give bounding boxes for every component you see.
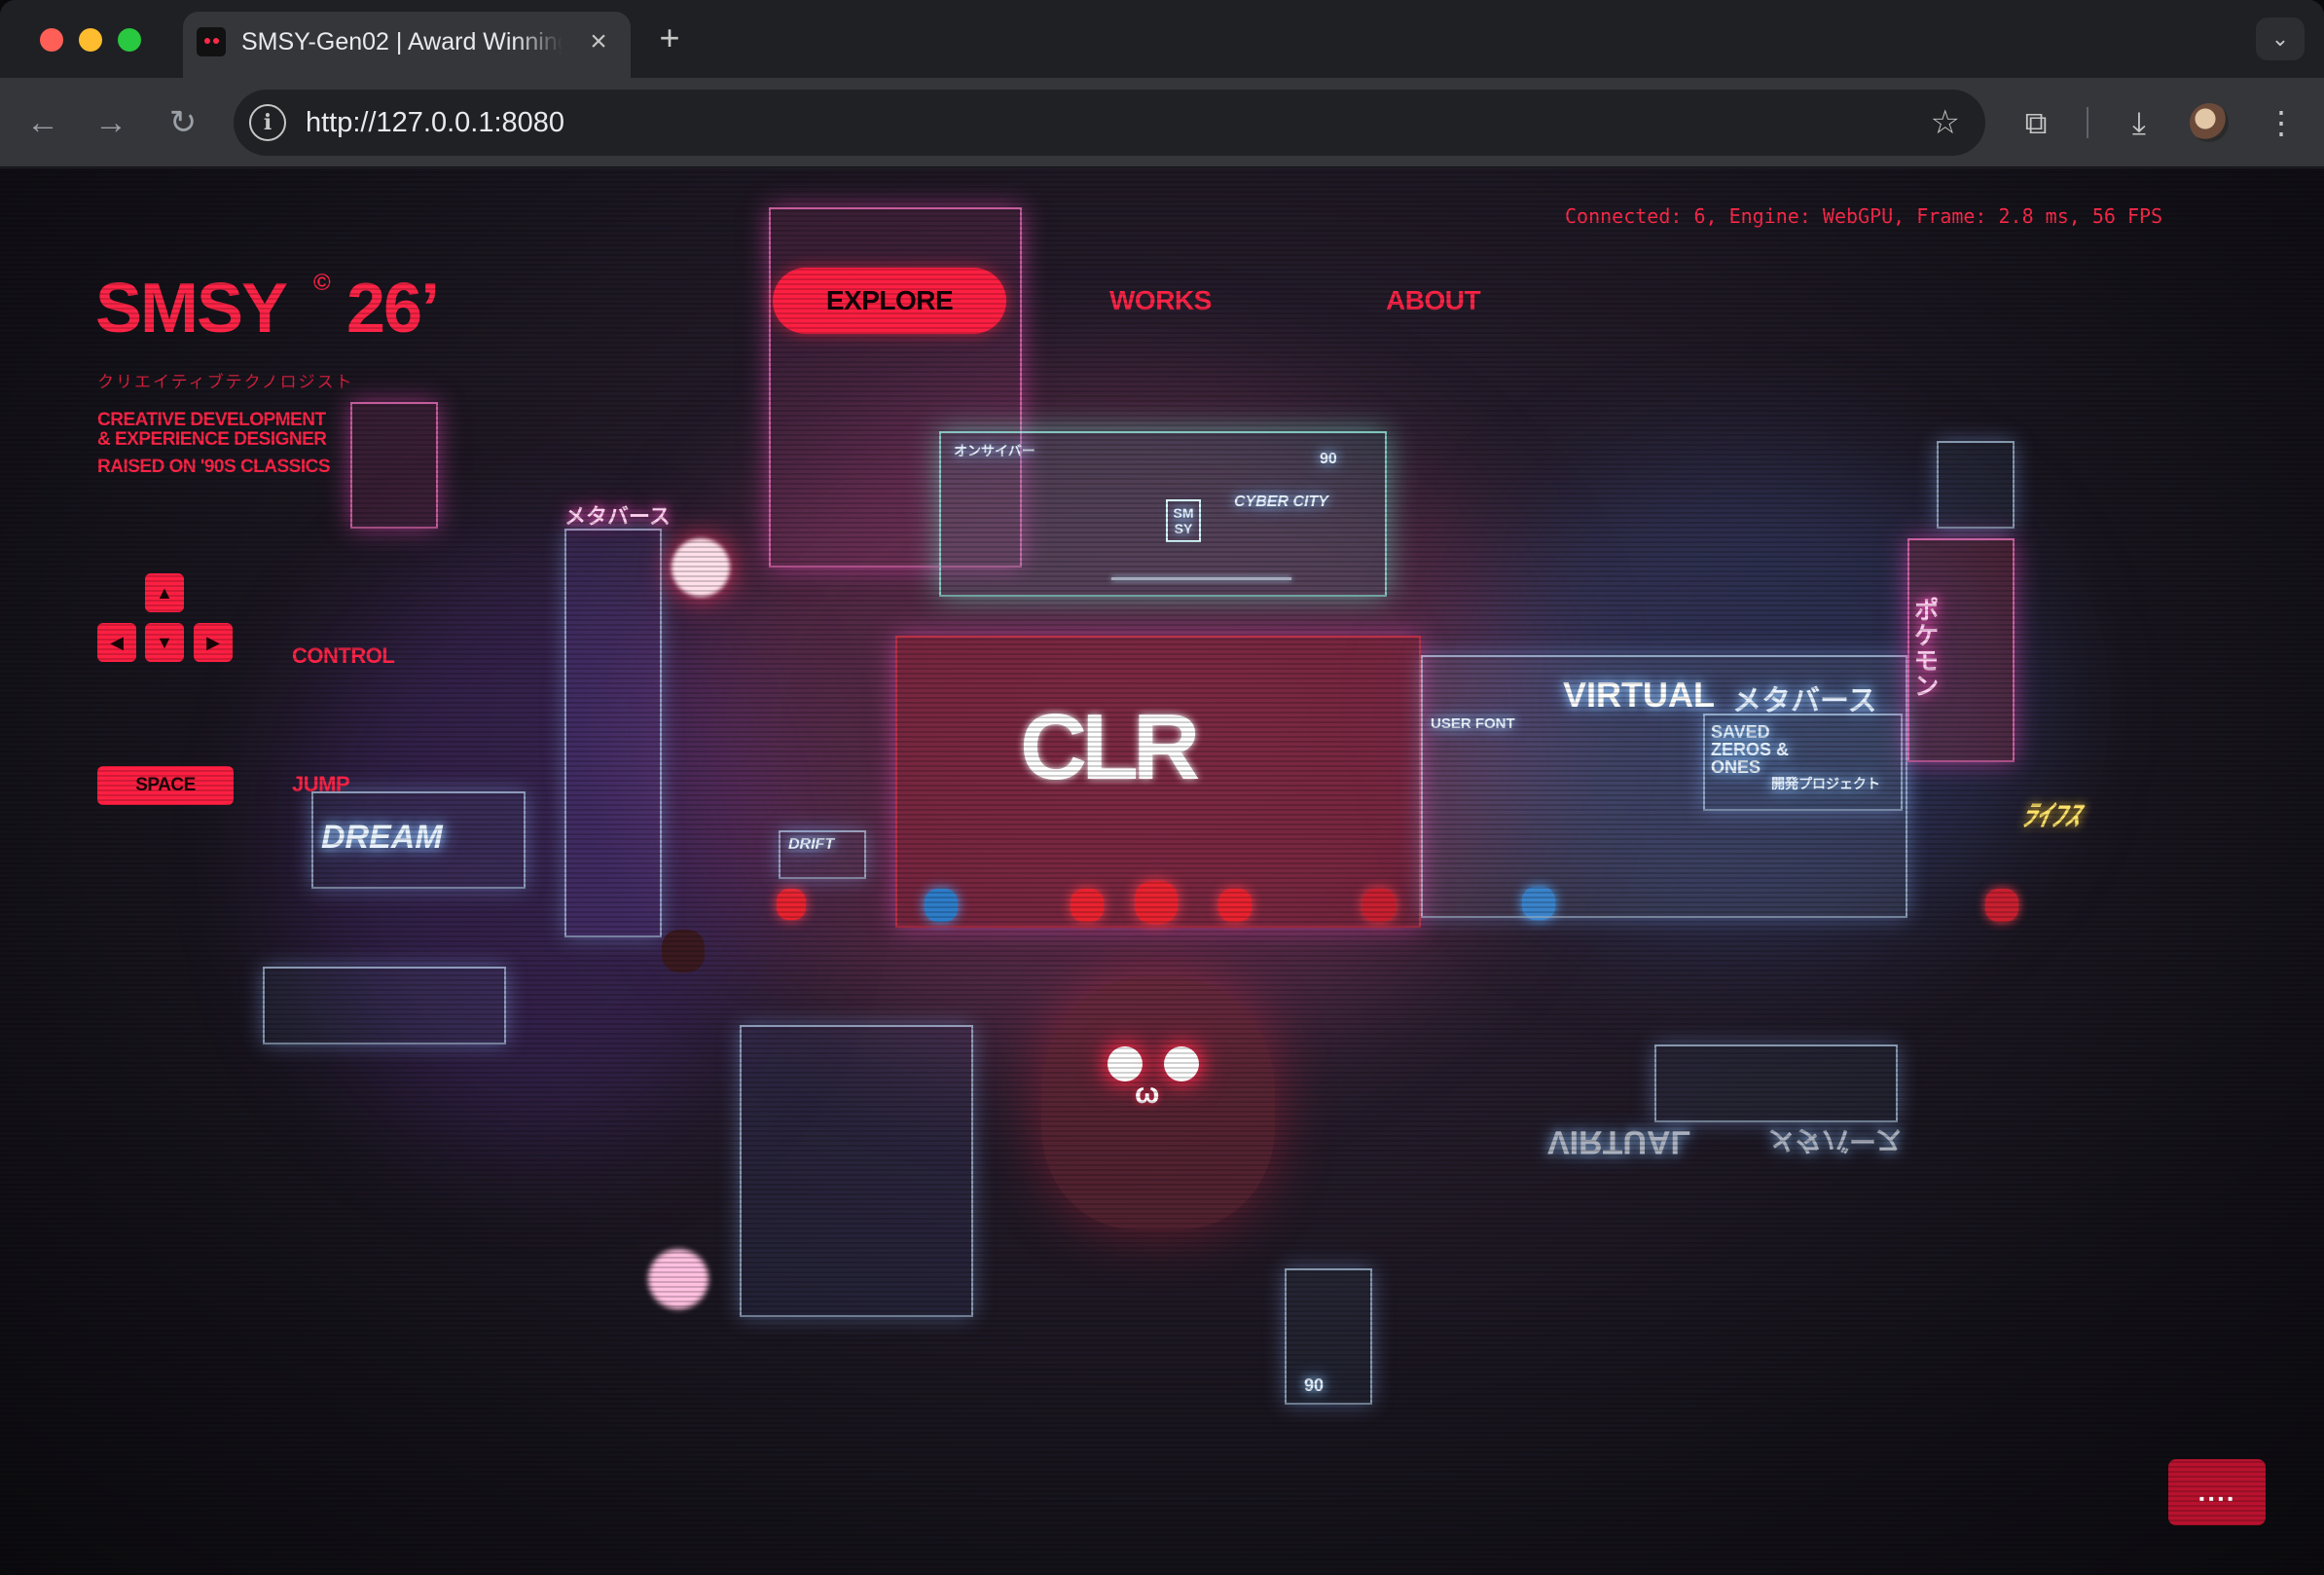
arrow-up-key[interactable]: ▲ — [145, 573, 184, 612]
clr-logo: CLR — [1020, 695, 1200, 799]
drift-sign: DRIFT — [788, 836, 835, 853]
virtual-sign: VIRTUAL — [1563, 675, 1715, 714]
tagline-line-3: RAISED ON '90S CLASSICS — [97, 457, 331, 477]
toolbar-divider — [2087, 107, 2088, 138]
site-info-icon[interactable]: i — [249, 104, 286, 141]
copyright-mark: © — [313, 270, 331, 296]
connection-status: Connected: 6, Engine: WebGPU, Frame: 2.8… — [1565, 204, 2163, 228]
hud-progress-line — [1111, 577, 1291, 580]
metaverse-sign: メタバース — [564, 504, 671, 529]
bookmark-star-icon[interactable]: ☆ — [1931, 103, 1960, 142]
tagline-line-1: CREATIVE DEVELOPMENT — [97, 410, 326, 430]
favicon-icon — [197, 27, 226, 56]
minimize-window-button[interactable] — [79, 28, 102, 52]
glowing-orb — [648, 1249, 708, 1309]
tab-strip: SMSY-Gen02 | Award Winning × + ⌄ — [0, 0, 2324, 78]
neon-panel — [1285, 1268, 1372, 1405]
number-90-label-lower: 90 — [1304, 1375, 1325, 1395]
cyber-city-label: CYBER CITY — [1234, 494, 1328, 510]
reload-icon[interactable]: ↻ — [162, 101, 204, 144]
control-label: CONTROL — [292, 643, 395, 668]
kanji-sign: ポケモン — [1910, 597, 1940, 698]
maximize-window-button[interactable] — [118, 28, 141, 52]
mascot-mouth: ω — [1135, 1078, 1160, 1110]
arrow-down-key[interactable]: ▼ — [145, 623, 184, 662]
nav-explore[interactable]: EXPLORE — [773, 268, 1006, 334]
neon-column — [740, 1025, 973, 1317]
red-critter — [1135, 881, 1178, 924]
number-90-label: 90 — [1320, 451, 1337, 467]
brand-logo[interactable]: SMSY — [95, 270, 288, 348]
new-tab-button[interactable]: + — [652, 20, 687, 56]
neon-panel — [1937, 441, 2015, 529]
brand-year: 26’ — [346, 270, 440, 348]
more-menu-icon[interactable]: ⋮ — [2260, 101, 2303, 144]
mascot-left-eye — [1108, 1046, 1143, 1081]
active-tab[interactable]: SMSY-Gen02 | Award Winning × — [183, 12, 631, 78]
tab-search-button[interactable]: ⌄ — [2256, 18, 2305, 60]
extensions-icon[interactable]: ⧉ — [2015, 101, 2057, 144]
arrow-left-key[interactable]: ◀ — [97, 623, 136, 662]
webgl-scene[interactable]: DREAM メタバース オンサイバー SM SY CYBER CITY 90 C… — [0, 168, 2324, 1575]
tagline-line-2: & EXPERIENCE DESIGNER — [97, 429, 327, 450]
shadow-critter — [662, 930, 705, 972]
nav-works[interactable]: WORKS — [1109, 268, 1212, 334]
red-critter — [1362, 889, 1396, 922]
profile-avatar[interactable] — [2190, 103, 2229, 142]
space-key[interactable]: SPACE — [97, 766, 234, 805]
red-critter — [1218, 889, 1252, 922]
download-icon[interactable]: ⤓ — [2118, 101, 2161, 144]
red-critter — [1071, 889, 1104, 922]
red-critter — [1985, 889, 2018, 922]
address-bar[interactable]: i http://127.0.0.1:8080 ☆ — [234, 90, 1985, 156]
glowing-orb — [672, 538, 730, 597]
virtual-reflection: VIRTUAL — [1547, 1123, 1691, 1160]
tab-title: SMSY-Gen02 | Award Winning — [241, 28, 563, 55]
onsaibaa-label: オンサイバー — [954, 443, 1035, 458]
neon-panel — [350, 402, 438, 529]
smsy-badge: SM SY — [1166, 499, 1201, 542]
yellow-neon-sign: ﾗｲﾌｽ — [2018, 800, 2084, 832]
neon-panel — [263, 967, 506, 1044]
nav-about[interactable]: ABOUT — [1386, 268, 1481, 334]
user-font-label: USER FONT — [1431, 715, 1515, 732]
arrow-right-key[interactable]: ▶ — [194, 623, 233, 662]
japanese-subtitle: クリエイティブテクノロジスト — [97, 373, 354, 391]
dream-sign: DREAM — [321, 819, 443, 856]
browser-toolbar: ← → ↻ i http://127.0.0.1:8080 ☆ — [0, 78, 2324, 167]
project-label: 開発プロジェクト — [1771, 776, 1880, 791]
url-text[interactable]: http://127.0.0.1:8080 — [306, 105, 564, 140]
metaverse-reflection: メタバース — [1767, 1125, 1903, 1155]
browser-window: SMSY-Gen02 | Award Winning × + ⌄ ← → ↻ i… — [0, 0, 2324, 1575]
tab-close-icon[interactable]: × — [582, 25, 615, 58]
close-window-button[interactable] — [40, 28, 63, 52]
chat-button[interactable]: .... — [2168, 1459, 2266, 1525]
neon-tower — [564, 529, 662, 937]
jump-label: JUMP — [292, 772, 350, 796]
blue-critter — [925, 889, 958, 922]
forward-arrow-icon[interactable]: → — [90, 101, 132, 144]
red-critter — [777, 889, 806, 920]
neon-panel — [1654, 1044, 1898, 1122]
mascot-right-eye — [1164, 1046, 1199, 1081]
saved-zeros-sign: SAVED ZEROS & ONES — [1711, 722, 1790, 777]
back-arrow-icon[interactable]: ← — [21, 101, 64, 144]
